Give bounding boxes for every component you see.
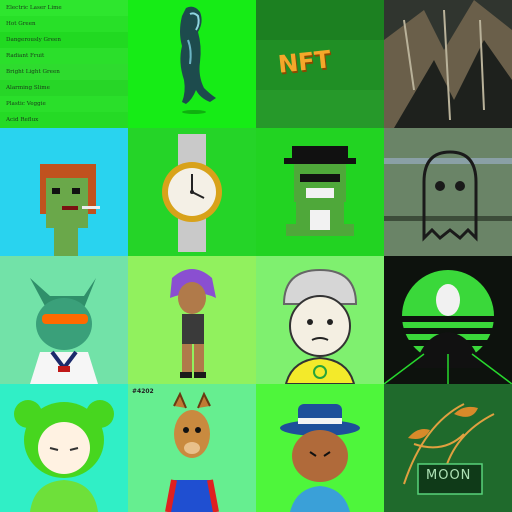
nft-text-tile[interactable]: NFT bbox=[256, 0, 384, 128]
swatch-row[interactable]: Acid Reflux bbox=[0, 112, 128, 128]
bucket-hat-dog-tile[interactable] bbox=[256, 256, 384, 384]
green-girl-icon bbox=[0, 384, 128, 512]
swatch-label: Hot Green bbox=[6, 21, 36, 27]
punk-girl-icon bbox=[128, 256, 256, 384]
swatch-row[interactable]: Alarming Slime bbox=[0, 80, 128, 96]
pixel-frog-icon bbox=[256, 128, 384, 256]
pixel-frog-tile[interactable] bbox=[256, 128, 384, 256]
swatch-row[interactable]: Hot Green bbox=[0, 16, 128, 32]
punk-girl-tile[interactable] bbox=[128, 256, 256, 384]
swatch-label: Dangerously Green bbox=[6, 37, 61, 43]
llama-icon bbox=[128, 384, 256, 512]
panther-statue-icon bbox=[128, 0, 256, 128]
anonymous-mask-icon bbox=[384, 256, 512, 384]
swatch-row[interactable]: Electric Laser Lime bbox=[0, 0, 128, 16]
fedora-man-tile[interactable] bbox=[256, 384, 384, 512]
nft-label: NFT bbox=[276, 45, 333, 79]
swatch-label: Alarming Slime bbox=[6, 85, 50, 91]
llama-tile[interactable]: #4202 bbox=[128, 384, 256, 512]
wristwatch-icon bbox=[128, 128, 256, 256]
wristwatch-tile[interactable] bbox=[128, 128, 256, 256]
pixel-punk-icon bbox=[0, 128, 128, 256]
anonymous-mask-tile[interactable] bbox=[384, 256, 512, 384]
swatch-row[interactable]: Bright Light Green bbox=[0, 64, 128, 80]
green-girl-tile[interactable] bbox=[0, 384, 128, 512]
glitch-art-tile[interactable] bbox=[384, 0, 512, 128]
swatch-row[interactable]: Plastic Veggie bbox=[0, 96, 128, 112]
token-id-badge: #4202 bbox=[132, 388, 154, 395]
moon-plant-tile[interactable]: MOON bbox=[384, 384, 512, 512]
cat-sunglasses-tile[interactable] bbox=[0, 256, 128, 384]
swatch-row[interactable]: Dangerously Green bbox=[0, 32, 128, 48]
moon-plant-icon bbox=[384, 384, 512, 512]
swatch-label: Radiant Fruit bbox=[6, 53, 45, 59]
swatch-label: Plastic Veggie bbox=[6, 101, 46, 107]
bucket-hat-dog-icon bbox=[256, 256, 384, 384]
swatch-label: Electric Laser Lime bbox=[6, 5, 62, 11]
glitch-art-icon bbox=[384, 0, 512, 128]
panther-statue-tile[interactable] bbox=[128, 0, 256, 128]
color-swatch-list[interactable]: Electric Laser Lime Hot Green Dangerously … bbox=[0, 0, 128, 128]
cat-sunglasses-icon bbox=[0, 256, 128, 384]
fedora-man-icon bbox=[256, 384, 384, 512]
moon-label: MOON bbox=[426, 468, 472, 483]
swatch-label: Acid Reflux bbox=[6, 117, 39, 123]
swatch-label: Bright Light Green bbox=[6, 69, 60, 75]
glitch-ghost-tile[interactable] bbox=[384, 128, 512, 256]
pixel-punk-tile[interactable] bbox=[0, 128, 128, 256]
glitch-ghost-icon bbox=[384, 128, 512, 256]
nft-gallery-grid: Electric Laser Lime Hot Green Dangerously … bbox=[0, 0, 512, 512]
swatch-row[interactable]: Radiant Fruit bbox=[0, 48, 128, 64]
